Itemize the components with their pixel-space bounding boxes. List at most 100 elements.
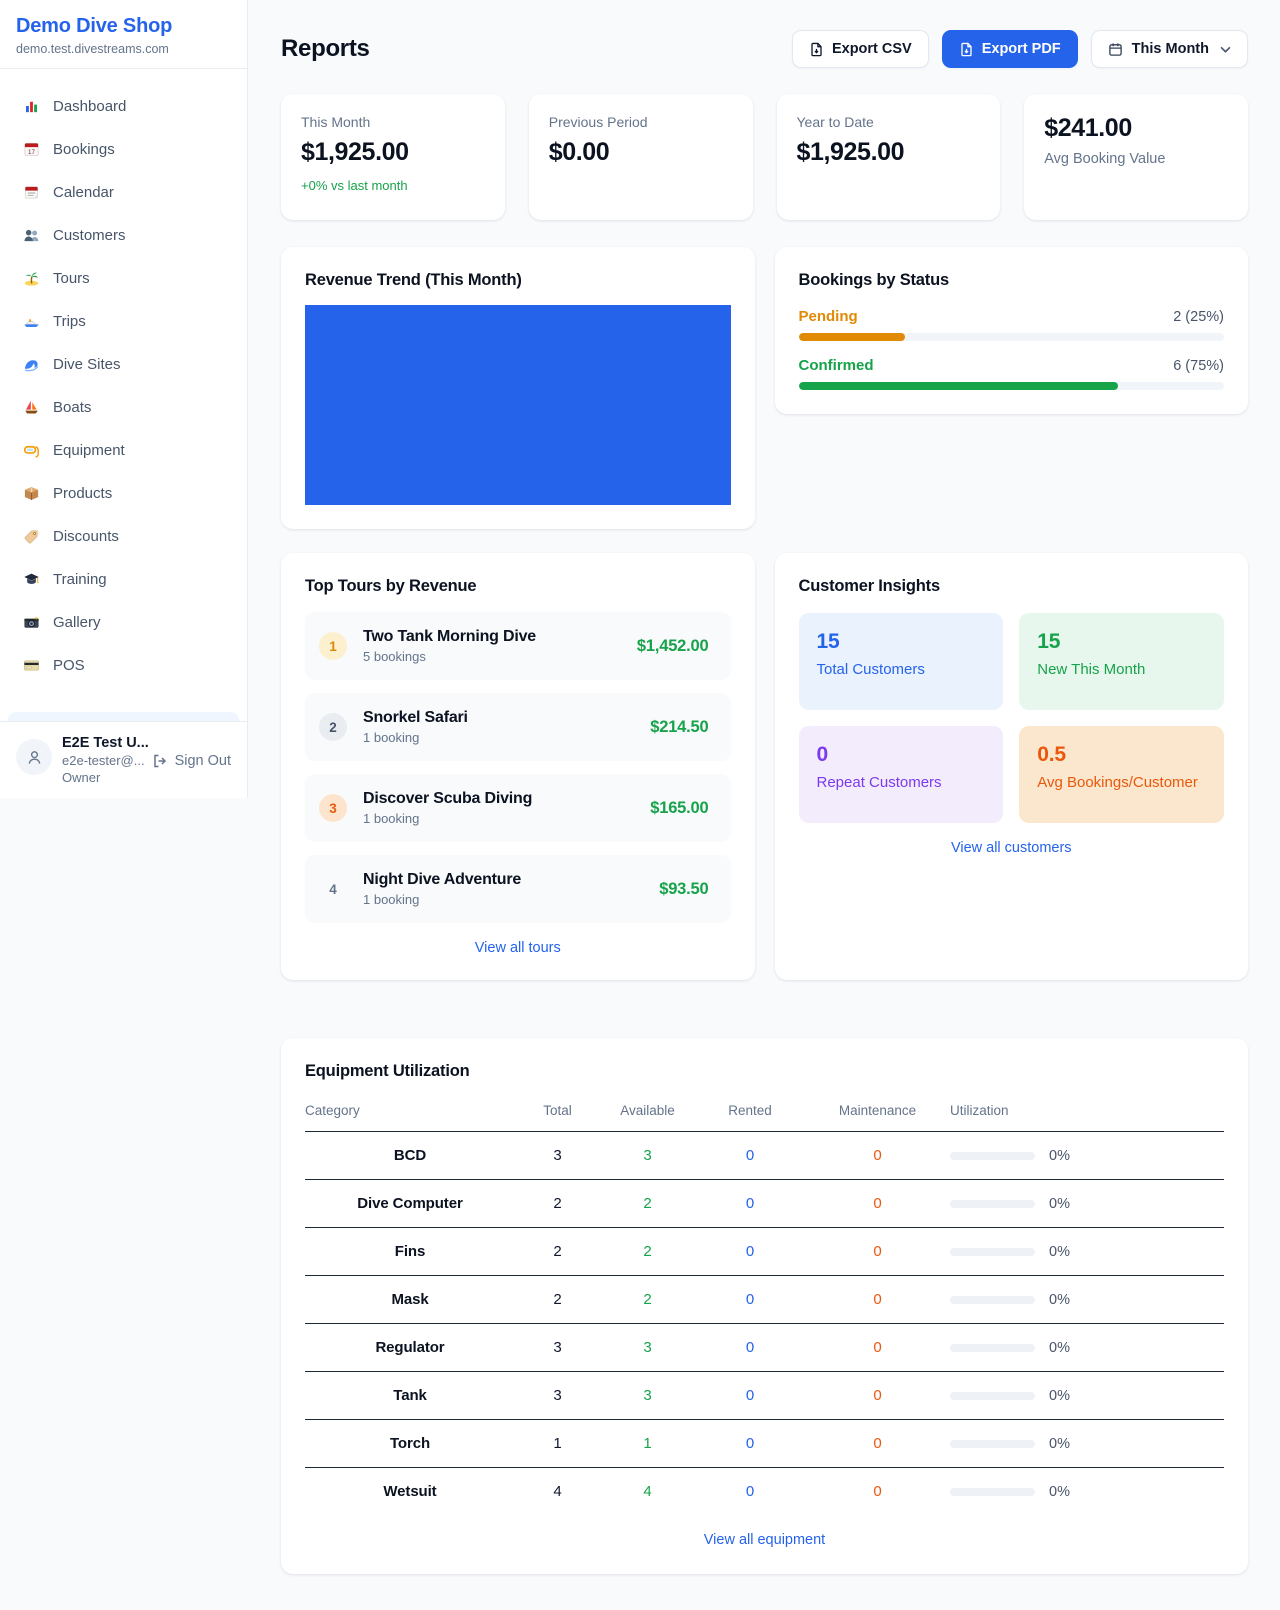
sidebar-nav-label: Products bbox=[53, 485, 112, 502]
tour-name: Two Tank Morning Dive bbox=[363, 628, 621, 646]
sidebar-nav-item[interactable]: Equipment bbox=[8, 431, 239, 469]
equipment-row: Wetsuit 4 4 0 0 0% bbox=[305, 1468, 1224, 1516]
brand-name[interactable]: Demo Dive Shop bbox=[16, 15, 231, 38]
sidebar-nav-label: POS bbox=[53, 657, 85, 674]
tour-row: 2 Snorkel Safari 1 booking $214.50 bbox=[305, 693, 731, 761]
stat-value: $1,925.00 bbox=[301, 138, 485, 167]
equipment-maintenance: 0 bbox=[805, 1372, 950, 1420]
equipment-available: 2 bbox=[600, 1180, 695, 1228]
insight-value: 15 bbox=[817, 630, 986, 654]
chevron-down-icon bbox=[1220, 46, 1231, 53]
sidebar-nav-label: Tours bbox=[53, 270, 90, 287]
tour-amount: $165.00 bbox=[650, 799, 708, 818]
status-progress-fill bbox=[799, 382, 1118, 390]
tour-rank-badge: 1 bbox=[319, 632, 347, 660]
view-all-equipment-link[interactable]: View all equipment bbox=[305, 1532, 1224, 1548]
stat-label: This Month bbox=[301, 114, 485, 130]
sidebar-nav-item[interactable]: Discounts bbox=[8, 517, 239, 555]
equipment-rented: 0 bbox=[695, 1180, 805, 1228]
equipment-maintenance: 0 bbox=[805, 1228, 950, 1276]
status-item: Confirmed 6 (75%) bbox=[799, 357, 1225, 390]
sidebar: Demo Dive Shop demo.test.divestreams.com… bbox=[0, 0, 248, 798]
equipment-total: 3 bbox=[515, 1372, 600, 1420]
equipment-available: 2 bbox=[600, 1228, 695, 1276]
brand-domain: demo.test.divestreams.com bbox=[16, 42, 231, 56]
equipment-category: Fins bbox=[305, 1228, 515, 1276]
sidebar-nav-item[interactable]: Dashboard bbox=[8, 87, 239, 125]
col-maintenance: Maintenance bbox=[805, 1095, 950, 1132]
utilization-percent: 0% bbox=[1049, 1148, 1070, 1164]
equipment-maintenance: 0 bbox=[805, 1324, 950, 1372]
sidebar-nav-item[interactable]: Training bbox=[8, 560, 239, 598]
tour-rank-badge: 4 bbox=[319, 875, 347, 903]
insight-tile: 0.5 Avg Bookings/Customer bbox=[1019, 726, 1224, 823]
sidebar-nav-label: Dashboard bbox=[53, 98, 126, 115]
utilization-percent: 0% bbox=[1049, 1340, 1070, 1356]
stat-value: $0.00 bbox=[549, 138, 733, 167]
utilization-percent: 0% bbox=[1049, 1196, 1070, 1212]
revenue-trend-card: Revenue Trend (This Month) bbox=[281, 247, 755, 529]
equipment-utilization-cell: 0% bbox=[950, 1324, 1224, 1372]
utilization-percent: 0% bbox=[1049, 1388, 1070, 1404]
insight-label: Avg Bookings/Customer bbox=[1037, 774, 1206, 791]
stat-card: This Month $1,925.00 +0% vs last month bbox=[281, 94, 505, 220]
equipment-row: BCD 3 3 0 0 0% bbox=[305, 1132, 1224, 1180]
insight-label: Repeat Customers bbox=[817, 774, 986, 791]
bar-chart-icon bbox=[22, 97, 40, 115]
col-category: Category bbox=[305, 1095, 515, 1132]
sidebar-nav-item[interactable]: Gallery bbox=[8, 603, 239, 641]
person-icon bbox=[25, 748, 44, 767]
sidebar-nav-item[interactable]: 17 Bookings bbox=[8, 130, 239, 168]
insight-value: 0 bbox=[817, 743, 986, 767]
sidebar-nav-item[interactable]: Products bbox=[8, 474, 239, 512]
page-title: Reports bbox=[281, 35, 370, 63]
equipment-total: 4 bbox=[515, 1468, 600, 1516]
equipment-total: 2 bbox=[515, 1180, 600, 1228]
export-csv-button[interactable]: Export CSV bbox=[792, 30, 929, 68]
user-panel: E2E Test U... e2e-tester@... Owner Sign … bbox=[0, 721, 247, 798]
user-email: e2e-tester@... bbox=[62, 753, 142, 768]
stat-label: Previous Period bbox=[549, 114, 733, 130]
equipment-category: Wetsuit bbox=[305, 1468, 515, 1516]
sidebar-nav-item-partial-active[interactable] bbox=[8, 712, 239, 721]
sidebar-nav-item[interactable]: Dive Sites bbox=[8, 345, 239, 383]
export-csv-label: Export CSV bbox=[832, 41, 912, 57]
sidebar-nav-label: Calendar bbox=[53, 184, 114, 201]
status-progress-track bbox=[799, 382, 1225, 390]
equipment-utilization-cell: 0% bbox=[950, 1276, 1224, 1324]
header-actions: Export CSV Export PDF This Month bbox=[792, 30, 1248, 68]
stat-value: $241.00 bbox=[1044, 114, 1228, 143]
equipment-available: 3 bbox=[600, 1132, 695, 1180]
status-label: Confirmed bbox=[799, 357, 874, 374]
utilization-track bbox=[950, 1152, 1035, 1160]
view-all-customers-link[interactable]: View all customers bbox=[799, 840, 1225, 856]
bookings-by-status-title: Bookings by Status bbox=[799, 271, 1225, 290]
sign-out-label: Sign Out bbox=[175, 753, 231, 769]
export-pdf-button[interactable]: Export PDF bbox=[942, 30, 1078, 68]
col-rented: Rented bbox=[695, 1095, 805, 1132]
sidebar-nav-item[interactable]: Trips bbox=[8, 302, 239, 340]
sailboat-icon bbox=[22, 398, 40, 416]
customer-insights-card: Customer Insights 15 Total Customers 15 … bbox=[775, 553, 1249, 980]
utilization-percent: 0% bbox=[1049, 1292, 1070, 1308]
brand[interactable]: Demo Dive Shop demo.test.divestreams.com bbox=[0, 0, 247, 69]
status-progress-track bbox=[799, 333, 1225, 341]
utilization-track bbox=[950, 1200, 1035, 1208]
tour-name: Discover Scuba Diving bbox=[363, 790, 634, 808]
sidebar-nav-item[interactable]: Boats bbox=[8, 388, 239, 426]
sidebar-nav-item[interactable]: Tours bbox=[8, 259, 239, 297]
utilization-percent: 0% bbox=[1049, 1244, 1070, 1260]
equipment-maintenance: 0 bbox=[805, 1180, 950, 1228]
sidebar-nav-item[interactable]: Customers bbox=[8, 216, 239, 254]
utilization-percent: 0% bbox=[1049, 1436, 1070, 1452]
tour-rank-badge: 3 bbox=[319, 794, 347, 822]
sign-out-button[interactable]: Sign Out bbox=[152, 753, 231, 769]
sidebar-nav-item[interactable]: Calendar bbox=[8, 173, 239, 211]
equipment-category: Dive Computer bbox=[305, 1180, 515, 1228]
avatar bbox=[16, 739, 52, 775]
view-all-tours-link[interactable]: View all tours bbox=[305, 940, 731, 956]
stat-value: $1,925.00 bbox=[797, 138, 981, 167]
period-select[interactable]: This Month bbox=[1091, 30, 1248, 68]
sidebar-nav-item[interactable]: POS bbox=[8, 646, 239, 684]
tour-bookings: 1 booking bbox=[363, 892, 643, 907]
